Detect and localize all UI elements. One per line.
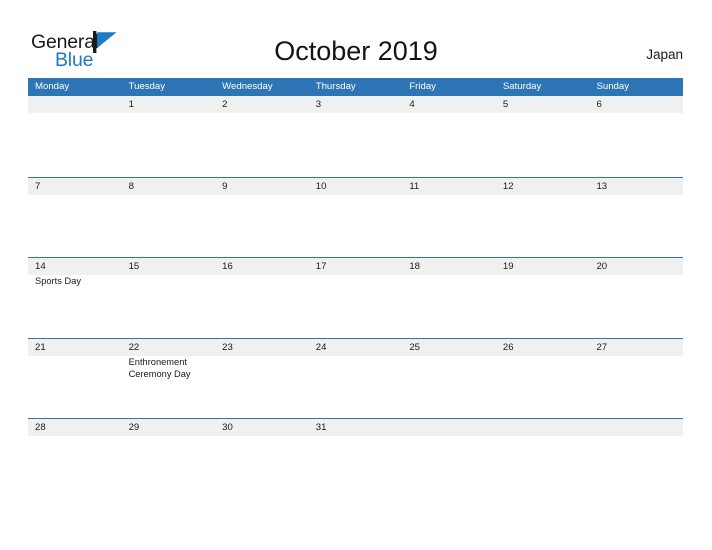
weekday-header-saturday: Saturday <box>502 81 542 92</box>
day-cell-3[interactable]: 3 <box>309 96 403 177</box>
day-cell-4[interactable]: 4 <box>402 96 496 177</box>
day-cell-2[interactable]: 2 <box>215 96 309 177</box>
day-cell-1[interactable]: 1 <box>122 96 216 177</box>
day-number <box>503 419 586 436</box>
day-cell-28[interactable]: 28 <box>28 419 122 499</box>
day-number: 1 <box>128 99 134 110</box>
day-cell-19[interactable]: 19 <box>496 258 590 338</box>
day-number: 5 <box>502 99 509 110</box>
weekday-header-row: Monday Tuesday Wednesday Thursday Friday Satu… <box>28 78 683 96</box>
day-number: 23 <box>222 341 233 353</box>
day-cell-26[interactable]: 26 <box>496 339 590 419</box>
day-cell-7[interactable]: 7 <box>28 178 122 258</box>
day-number: 15 <box>128 261 140 272</box>
day-cell-10[interactable]: 10 <box>309 178 403 258</box>
weekday-header-monday: Monday <box>35 81 70 92</box>
day-cell-6[interactable]: 6 <box>589 96 683 177</box>
weekday-header-friday: Friday <box>409 81 436 92</box>
day-cell-8[interactable]: 8 <box>122 178 216 258</box>
calendar-week-row: 1 2 3 4 5 6 <box>28 96 683 177</box>
day-cell-21[interactable]: 21 <box>28 339 122 419</box>
day-events: Enthronement Ceremony Day <box>129 356 212 381</box>
day-number: 19 <box>502 261 514 272</box>
day-number <box>409 419 492 436</box>
day-cell-13[interactable]: 13 <box>589 178 683 258</box>
day-cell-15[interactable]: 15 <box>122 258 216 338</box>
country-label: Japan <box>646 47 683 62</box>
calendar-week-row: 14 Sports Day 15 16 17 18 19 20 <box>28 257 683 338</box>
day-cell-5[interactable]: 5 <box>496 96 590 177</box>
day-number: 9 <box>222 180 228 192</box>
day-number: 13 <box>596 180 608 192</box>
day-cell-empty <box>496 419 590 499</box>
day-number: 28 <box>35 422 46 433</box>
page-title: October 2019 <box>274 36 438 66</box>
day-number: 21 <box>35 341 46 353</box>
day-number: 6 <box>596 99 602 110</box>
day-cell-30[interactable]: 30 <box>215 419 309 499</box>
calendar-page: General Blue October 2019 Japan Monday Tu… <box>0 0 712 550</box>
day-cell-24[interactable]: 24 <box>309 339 403 419</box>
holiday-label: Enthronement Ceremony Day <box>128 356 191 380</box>
day-number: 17 <box>315 261 327 272</box>
day-cell-9[interactable]: 9 <box>215 178 309 258</box>
day-number: 30 <box>222 422 233 433</box>
calendar-week-row: 28 29 30 31 <box>28 418 683 499</box>
day-cell-empty <box>28 96 122 177</box>
day-number: 18 <box>409 261 420 272</box>
day-cell-27[interactable]: 27 <box>589 339 683 419</box>
day-number: 24 <box>315 341 327 353</box>
calendar-grid: Monday Tuesday Wednesday Thursday Friday Satu… <box>28 78 683 499</box>
day-cell-20[interactable]: 20 <box>589 258 683 338</box>
day-number: 20 <box>596 261 608 272</box>
day-number: 7 <box>35 180 41 192</box>
day-number: 29 <box>128 422 140 433</box>
day-cell-14[interactable]: 14 Sports Day <box>28 258 122 338</box>
day-number <box>596 419 679 436</box>
day-cell-23[interactable]: 23 <box>215 339 309 419</box>
day-number: 2 <box>222 99 228 110</box>
day-cell-22[interactable]: 22 Enthronement Ceremony Day <box>122 339 216 419</box>
day-number: 12 <box>502 180 514 192</box>
day-cell-17[interactable]: 17 <box>309 258 403 338</box>
day-cell-29[interactable]: 29 <box>122 419 216 499</box>
day-number: 8 <box>128 180 134 192</box>
day-events: Sports Day <box>35 275 118 288</box>
day-number: 11 <box>409 180 420 192</box>
calendar-weeks: 1 2 3 4 5 6 7 8 9 10 11 12 13 14 Sports Day 15 16 17 18 19 2… <box>28 96 683 499</box>
day-number: 4 <box>409 99 415 110</box>
day-number <box>35 96 118 113</box>
day-number: 31 <box>315 422 327 433</box>
day-cell-empty <box>402 419 496 499</box>
day-number: 27 <box>596 341 608 353</box>
day-number: 16 <box>222 261 233 272</box>
weekday-header-sunday: Sunday <box>596 81 630 92</box>
weekday-header-thursday: Thursday <box>315 81 356 92</box>
day-cell-11[interactable]: 11 <box>402 178 496 258</box>
page-header: General Blue October 2019 Japan <box>0 0 712 78</box>
calendar-week-row: 7 8 9 10 11 12 13 <box>28 176 683 258</box>
day-number: 14 <box>35 261 46 272</box>
day-cell-16[interactable]: 16 <box>215 258 309 338</box>
day-number: 3 <box>315 99 322 110</box>
day-cell-12[interactable]: 12 <box>496 178 590 258</box>
day-number: 22 <box>128 341 140 353</box>
day-cell-18[interactable]: 18 <box>402 258 496 338</box>
weekday-header-tuesday: Tuesday <box>128 81 166 92</box>
day-number: 25 <box>409 341 420 353</box>
calendar-week-row: 21 22 Enthronement Ceremony Day 23 24 25 26 27 <box>28 337 683 419</box>
day-cell-31[interactable]: 31 <box>309 419 403 499</box>
day-number: 10 <box>315 180 327 192</box>
holiday-label: Sports Day <box>35 276 81 286</box>
day-cell-25[interactable]: 25 <box>402 339 496 419</box>
weekday-header-wednesday: Wednesday <box>222 81 273 92</box>
day-cell-empty <box>589 419 683 499</box>
day-number: 26 <box>502 341 514 353</box>
